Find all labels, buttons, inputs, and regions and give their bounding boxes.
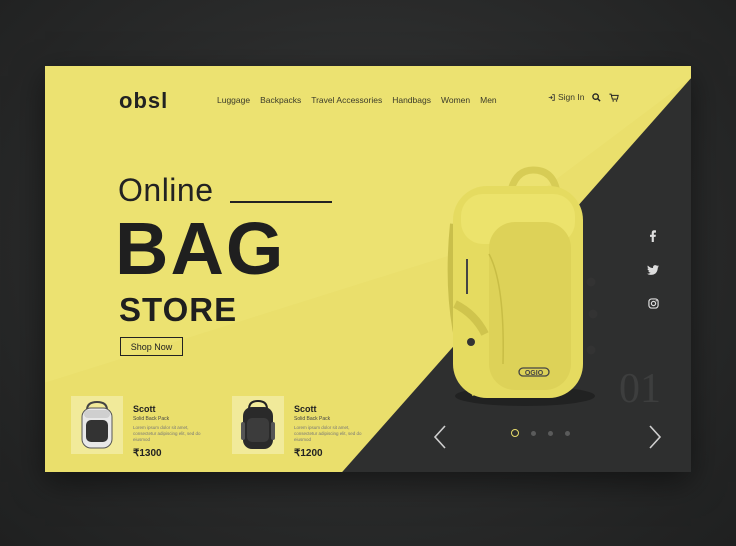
- product-name: Scott: [133, 404, 156, 414]
- product-info: Scott Solid Back Pack Lorem ipsum dolor …: [294, 396, 374, 459]
- signin-link[interactable]: Sign In: [548, 92, 584, 102]
- backpack-black-icon: [241, 399, 275, 449]
- slide-number: 01: [619, 366, 661, 412]
- nav-item-women[interactable]: Women: [441, 95, 470, 105]
- hero-title-bag: BAG: [115, 207, 286, 290]
- backpack-white-icon: [81, 400, 113, 449]
- search-icon[interactable]: [592, 92, 602, 102]
- product-price: ₹1200: [294, 448, 323, 459]
- next-arrow-icon[interactable]: [648, 424, 662, 450]
- slider-dot[interactable]: [565, 430, 570, 436]
- instagram-icon[interactable]: [646, 296, 660, 310]
- hero-title-store: STORE: [119, 291, 238, 328]
- product-thumbnail: [71, 396, 123, 454]
- main-nav: Luggage Backpacks Travel Accessories Han…: [217, 95, 497, 105]
- product-type: Solid Back Pack: [133, 416, 170, 422]
- product-thumbnail: [232, 396, 284, 454]
- prev-arrow-icon[interactable]: [433, 424, 447, 450]
- slider-dot[interactable]: [548, 430, 553, 436]
- nav-item-backpacks[interactable]: Backpacks: [260, 95, 301, 105]
- nav-actions: Sign In: [548, 92, 620, 102]
- hero-title-online: Online: [118, 172, 214, 208]
- product-name: Scott: [294, 404, 317, 414]
- hero-divider: [230, 201, 332, 203]
- nav-item-men[interactable]: Men: [480, 95, 497, 105]
- slider-dot[interactable]: [531, 430, 536, 436]
- twitter-icon[interactable]: [646, 263, 660, 277]
- shop-now-button[interactable]: Shop Now: [120, 337, 183, 356]
- brand-logo[interactable]: obsl: [119, 88, 168, 114]
- featured-brand-mark: OGIO: [525, 370, 544, 377]
- cart-icon[interactable]: [609, 93, 620, 102]
- featured-backpack-image: OGIO: [447, 166, 598, 406]
- product-desc: Lorem ipsum dolor sit amet, consectetur …: [133, 425, 201, 442]
- slider-dot-active[interactable]: [511, 429, 519, 437]
- signin-label: Sign In: [558, 92, 585, 102]
- product-price: ₹1300: [133, 448, 162, 459]
- product-info: Scott Solid Back Pack Lorem ipsum dolor …: [133, 396, 213, 459]
- product-card[interactable]: Scott Solid Back Pack Lorem ipsum dolor …: [232, 396, 374, 459]
- nav-item-luggage[interactable]: Luggage: [217, 95, 250, 105]
- product-type: Solid Back Pack: [294, 416, 331, 422]
- product-card[interactable]: Scott Solid Back Pack Lorem ipsum dolor …: [71, 396, 213, 459]
- nav-item-travel-accessories[interactable]: Travel Accessories: [311, 95, 382, 105]
- product-desc: Lorem ipsum dolor sit amet, consectetur …: [294, 425, 362, 442]
- hero-card: obsl Luggage Backpacks Travel Accessorie…: [45, 66, 691, 472]
- signin-icon: [548, 93, 555, 101]
- facebook-icon[interactable]: [646, 229, 660, 243]
- slider-dots: [511, 429, 570, 437]
- nav-item-handbags[interactable]: Handbags: [392, 95, 431, 105]
